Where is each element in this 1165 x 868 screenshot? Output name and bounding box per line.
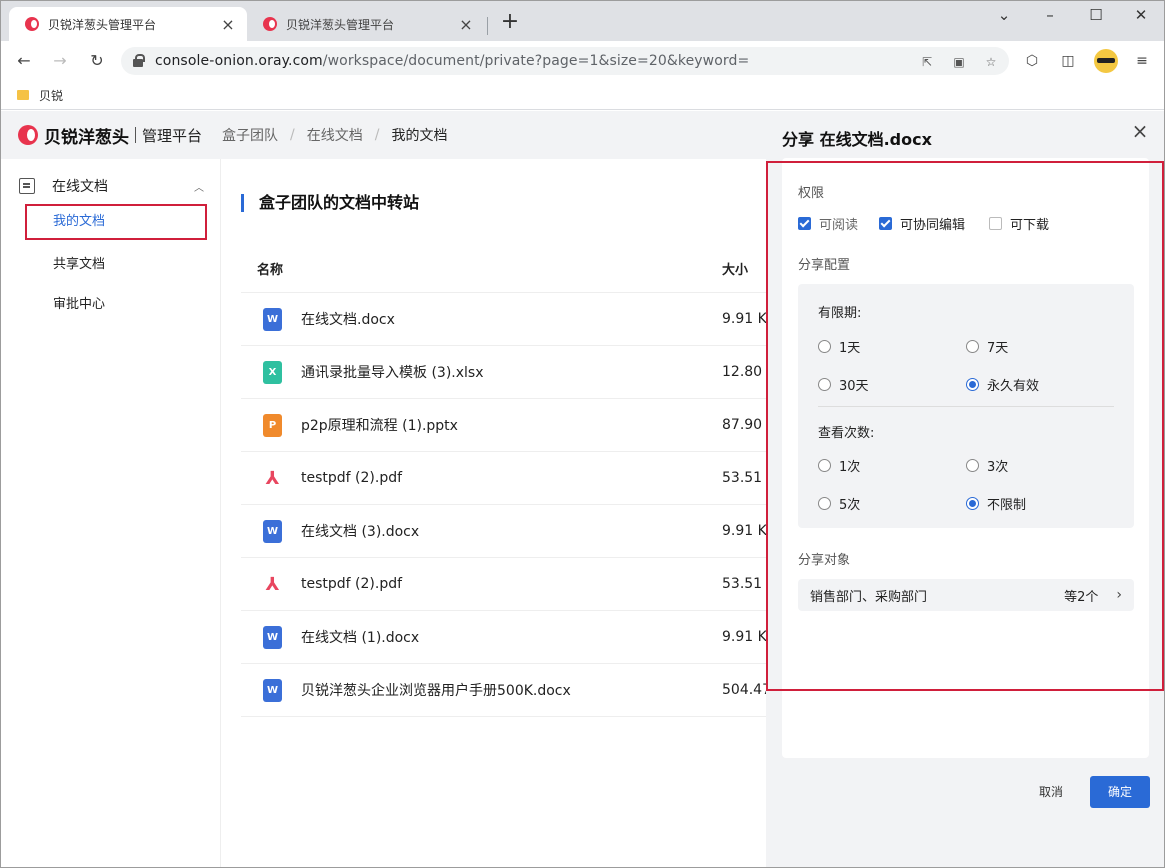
sidebar-group-label: 在线文档 bbox=[52, 179, 108, 195]
share-drawer: 分享 在线文档.docx × 权限 可阅读 可协同编辑 可下载 分享配置 有限期… bbox=[766, 111, 1164, 867]
document-icon bbox=[19, 178, 35, 194]
breadcrumb-separator: / bbox=[374, 127, 380, 143]
excel-file-icon: X bbox=[263, 360, 282, 384]
file-name-cell: W 在线文档.docx bbox=[241, 307, 722, 331]
file-name[interactable]: testpdf (2).pdf bbox=[301, 576, 402, 592]
sidebar-item-approval[interactable]: 审批中心 bbox=[25, 287, 207, 323]
breadcrumb: 盒子团队 / 在线文档 / 我的文档 bbox=[222, 125, 447, 145]
file-name-cell: X 通讯录批量导入模板 (3).xlsx bbox=[241, 360, 722, 384]
minimize-icon[interactable]: – bbox=[1035, 5, 1065, 25]
chevron-up-icon: ︿ bbox=[194, 182, 204, 194]
file-name-cell: W 贝锐洋葱头企业浏览器用户手册500K.docx bbox=[241, 678, 722, 702]
column-header-name: 名称 bbox=[257, 263, 284, 278]
file-name[interactable]: 通讯录批量导入模板 (3).xlsx bbox=[301, 362, 484, 382]
breadcrumb-item[interactable]: 盒子团队 bbox=[222, 125, 278, 145]
chevron-down-icon[interactable]: ⌄ bbox=[989, 5, 1019, 25]
drawer-highlight-frame bbox=[766, 161, 1164, 691]
file-name[interactable]: 在线文档 (3).docx bbox=[301, 521, 419, 541]
tab-title: 贝锐洋葱头管理平台 bbox=[48, 17, 157, 32]
maximize-icon[interactable]: ☐ bbox=[1081, 5, 1111, 25]
file-name[interactable]: p2p原理和流程 (1).pptx bbox=[301, 415, 458, 435]
file-size: 504.47 bbox=[722, 682, 771, 698]
file-name[interactable]: testpdf (2).pdf bbox=[301, 470, 402, 486]
tab-title: 贝锐洋葱头管理平台 bbox=[286, 17, 395, 32]
lock-icon bbox=[133, 54, 145, 68]
file-name[interactable]: 在线文档 (1).docx bbox=[301, 627, 419, 647]
folder-icon bbox=[17, 90, 29, 100]
file-name-cell: ⅄ testpdf (2).pdf bbox=[241, 572, 722, 596]
file-name-cell: W 在线文档 (1).docx bbox=[241, 625, 722, 649]
word-file-icon: W bbox=[263, 625, 282, 649]
file-name-cell: ⅄ testpdf (2).pdf bbox=[241, 466, 722, 490]
tab-close-icon[interactable]: × bbox=[219, 15, 237, 34]
pdf-file-icon: ⅄ bbox=[263, 466, 282, 490]
column-header-size: 大小 bbox=[722, 263, 749, 278]
share-page-icon[interactable]: ⇱ bbox=[919, 54, 935, 70]
browser-toolbar: ← → ↻ console-onion.oray.com/workspace/d… bbox=[1, 41, 1164, 81]
confirm-button[interactable]: 确定 bbox=[1090, 776, 1150, 808]
onion-logo-icon bbox=[18, 125, 38, 145]
back-icon[interactable]: ← bbox=[13, 50, 35, 72]
brand-name: 贝锐洋葱头 bbox=[44, 127, 129, 148]
word-file-icon: W bbox=[263, 519, 282, 543]
file-size: 9.91 K bbox=[722, 629, 767, 645]
tab-separator bbox=[487, 17, 488, 35]
cancel-button[interactable]: 取消 bbox=[1028, 780, 1074, 804]
file-size: 53.51 bbox=[722, 470, 763, 486]
file-size: 12.80 bbox=[722, 364, 763, 380]
file-size: 53.51 bbox=[722, 576, 763, 592]
breadcrumb-current: 我的文档 bbox=[391, 128, 448, 144]
tab-strip: 贝锐洋葱头管理平台 × 贝锐洋葱头管理平台 × + ⌄ – ☐ ✕ bbox=[1, 1, 1164, 41]
file-name-cell: W 在线文档 (3).docx bbox=[241, 519, 722, 543]
star-icon[interactable]: ☆ bbox=[983, 54, 999, 70]
platform-name: 管理平台 bbox=[142, 126, 203, 145]
ppt-file-icon: P bbox=[263, 413, 282, 437]
browser-tab-active[interactable]: 贝锐洋葱头管理平台 × bbox=[9, 7, 247, 41]
sidebar-toggle-icon[interactable]: ◫ bbox=[1059, 52, 1077, 70]
sidebar: 在线文档 ︿ 我的文档 共享文档 审批中心 bbox=[1, 159, 221, 867]
close-icon[interactable]: × bbox=[1130, 121, 1150, 141]
sidebar-item-my-docs[interactable]: 我的文档 bbox=[25, 204, 207, 240]
page-title: 盒子团队的文档中转站 bbox=[241, 194, 419, 212]
window-close-icon[interactable]: ✕ bbox=[1126, 5, 1156, 25]
bookmarks-bar: 贝锐 bbox=[1, 81, 1164, 110]
profile-avatar[interactable] bbox=[1094, 49, 1118, 73]
pip-icon[interactable]: ▣ bbox=[951, 54, 967, 70]
menu-icon[interactable]: ≡ bbox=[1133, 52, 1151, 70]
breadcrumb-item[interactable]: 在线文档 bbox=[307, 125, 363, 145]
file-size: 9.91 K bbox=[722, 523, 767, 539]
file-size: 9.91 K bbox=[722, 311, 767, 327]
file-name[interactable]: 贝锐洋葱头企业浏览器用户手册500K.docx bbox=[301, 680, 571, 700]
file-size: 87.90 bbox=[722, 417, 763, 433]
onion-favicon-icon bbox=[25, 17, 39, 31]
word-file-icon: W bbox=[263, 307, 282, 331]
drawer-title: 分享 在线文档.docx bbox=[782, 130, 932, 149]
app: 贝锐洋葱头 管理平台 盒子团队 / 在线文档 / 我的文档 ⤓ ▦ 小 小布 ⌄… bbox=[1, 111, 1164, 867]
browser-tab[interactable]: 贝锐洋葱头管理平台 × bbox=[247, 7, 485, 41]
address-bar[interactable]: console-onion.oray.com/workspace/documen… bbox=[121, 47, 1009, 75]
url-text: console-onion.oray.com/workspace/documen… bbox=[155, 53, 750, 69]
forward-icon[interactable]: → bbox=[49, 50, 71, 72]
reload-icon[interactable]: ↻ bbox=[86, 50, 108, 72]
new-tab-icon[interactable]: + bbox=[499, 11, 521, 33]
brand-divider bbox=[135, 127, 136, 143]
onion-favicon-icon bbox=[263, 17, 277, 31]
pdf-file-icon: ⅄ bbox=[263, 572, 282, 596]
extensions-icon[interactable]: ⬡ bbox=[1023, 52, 1041, 70]
tab-close-icon[interactable]: × bbox=[457, 15, 475, 34]
sidebar-group-online-docs[interactable]: 在线文档 ︿ bbox=[19, 175, 204, 197]
word-file-icon: W bbox=[263, 678, 282, 702]
breadcrumb-separator: / bbox=[290, 127, 295, 143]
bookmark-item[interactable]: 贝锐 bbox=[39, 87, 63, 104]
browser-window: 贝锐洋葱头管理平台 × 贝锐洋葱头管理平台 × + ⌄ – ☐ ✕ ← → ↻ … bbox=[0, 0, 1165, 868]
file-name-cell: Pp2p原理和流程 (1).pptx bbox=[241, 413, 722, 437]
sidebar-item-shared-docs[interactable]: 共享文档 bbox=[25, 247, 207, 283]
file-name[interactable]: 在线文档.docx bbox=[301, 309, 395, 329]
